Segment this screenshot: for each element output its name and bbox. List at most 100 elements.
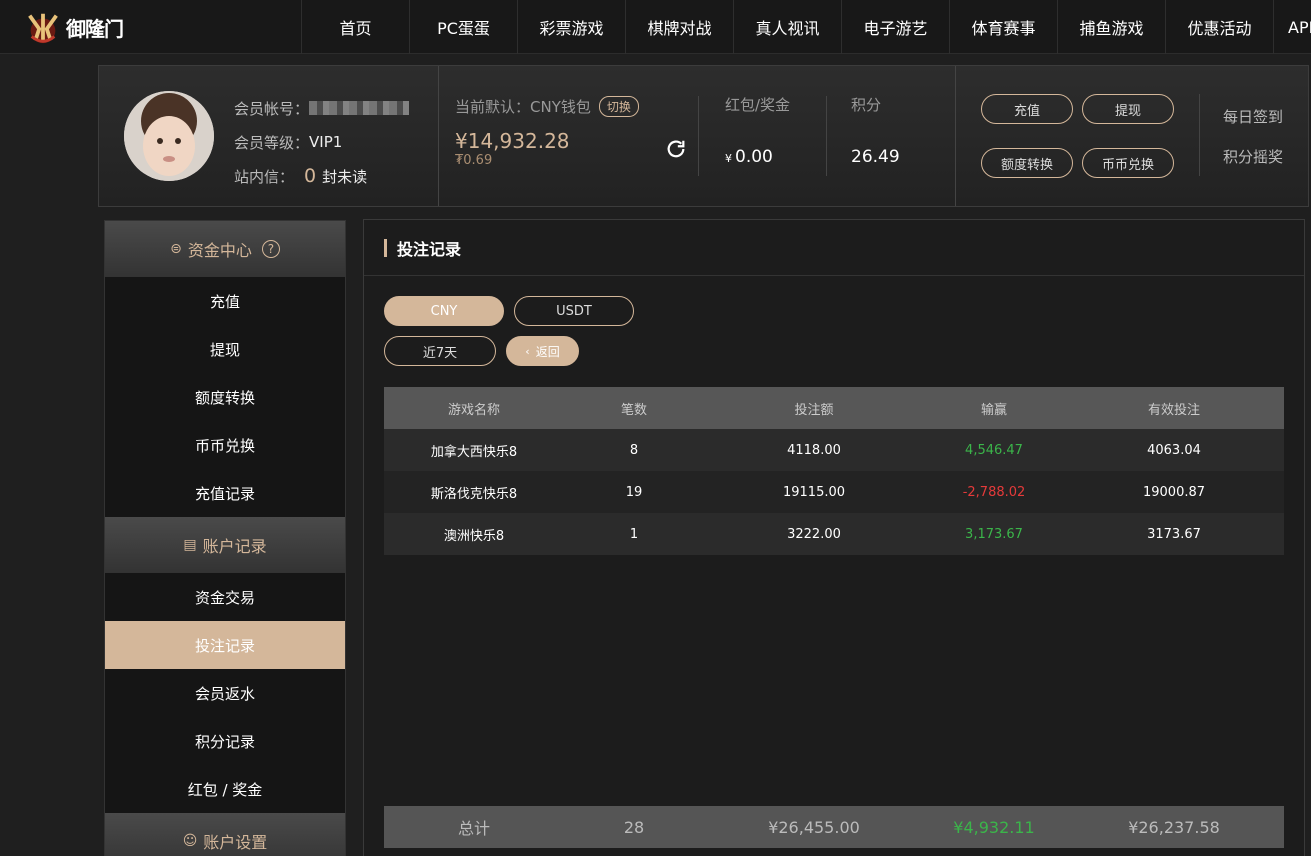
sidebar-item-bet-records[interactable]: 投注记录 <box>105 621 345 669</box>
switch-wallet-button[interactable]: 切换 <box>598 96 639 117</box>
cell-game-name: 斯洛伐克快乐8 <box>430 486 518 502</box>
brand-name: 御隆门 <box>66 16 124 41</box>
sidebar-item-deposit[interactable]: 充值 <box>105 277 345 325</box>
brand-logo[interactable]: 御隆门 <box>24 6 124 48</box>
daily-checkin-link[interactable]: 每日签到 <box>1223 106 1283 127</box>
back-button[interactable]: ‹ 返回 <box>506 336 579 366</box>
sidebar-item-exchange[interactable]: 币币兑换 <box>105 421 345 469</box>
points-stat: 积分 26.49 <box>851 94 900 167</box>
nav-sports[interactable]: 体育赛事 <box>949 0 1057 54</box>
deposit-button[interactable]: 充值 <box>981 94 1073 124</box>
nav-live-casino[interactable]: 真人视讯 <box>733 0 841 54</box>
cell-win-loss: 3,173.67 <box>965 526 1023 542</box>
currency-tab-cny[interactable]: CNY <box>384 296 504 326</box>
cell-bet: 19115.00 <box>782 484 846 500</box>
total-count: 28 <box>623 817 645 837</box>
total-bet: ¥26,455.00 <box>768 817 860 837</box>
wallet-balance: ¥14,932.28 <box>455 129 570 153</box>
cell-count: 19 <box>625 484 643 500</box>
nav-card-games[interactable]: 棋牌对战 <box>625 0 733 54</box>
back-label: 返回 <box>535 344 560 359</box>
nav-pc-egg[interactable]: PC蛋蛋 <box>409 0 517 54</box>
withdraw-button[interactable]: 提现 <box>1082 94 1174 124</box>
account-row: 会员帐号： <box>234 91 410 125</box>
fund-center-label: 资金中心 <box>187 241 252 260</box>
cell-bet: 3222.00 <box>787 526 841 542</box>
account-settings-label: 账户设置 <box>203 833 268 852</box>
cell-win-loss: 4,546.47 <box>965 442 1023 458</box>
sidebar-item-points-records[interactable]: 积分记录 <box>105 717 345 765</box>
table-total-row: 总计 28 ¥26,455.00 ¥4,932.11 ¥26,237.58 <box>384 806 1284 848</box>
logo-emblem-icon <box>28 13 58 44</box>
sidebar-item-deposit-records[interactable]: 充值记录 <box>105 469 345 517</box>
table-body: 加拿大西快乐8 8 4118.00 4,546.47 4063.04 斯洛伐克快… <box>384 429 1284 555</box>
page-title-text: 投注记录 <box>397 239 462 259</box>
refresh-icon[interactable] <box>665 138 687 160</box>
main-nav: 首页 PC蛋蛋 彩票游戏 棋牌对战 真人视讯 电子游艺 体育赛事 捕鱼游戏 优惠… <box>301 0 1311 54</box>
sidebar-item-rebate[interactable]: 会员返水 <box>105 669 345 717</box>
cell-win-loss: -2,788.02 <box>962 484 1026 500</box>
exchange-button[interactable]: 币币兑换 <box>1082 148 1174 178</box>
sidebar-item-fund-transactions[interactable]: 资金交易 <box>105 573 345 621</box>
divider <box>826 96 827 176</box>
divider <box>438 66 439 206</box>
cell-valid-bet: 19000.87 <box>1142 484 1206 500</box>
nav-home[interactable]: 首页 <box>301 0 409 54</box>
table-row[interactable]: 加拿大西快乐8 8 4118.00 4,546.47 4063.04 <box>384 429 1284 471</box>
nav-promotions[interactable]: 优惠活动 <box>1165 0 1273 54</box>
nav-fishing[interactable]: 捕鱼游戏 <box>1057 0 1165 54</box>
table-row[interactable]: 澳洲快乐8 1 3222.00 3,173.67 3173.67 <box>384 513 1284 555</box>
sidebar-item-bonus[interactable]: 红包 / 奖金 <box>105 765 345 813</box>
message-label: 站内信： <box>234 167 295 186</box>
cell-count: 1 <box>629 526 639 542</box>
sidebar-item-withdraw[interactable]: 提现 <box>105 325 345 373</box>
account-records-label: 账户记录 <box>202 537 267 556</box>
user-info: 会员帐号： 会员等级： VIP1 站内信： 0 封未读 <box>234 91 410 193</box>
bet-records-table: 游戏名称 笔数 投注额 输赢 有效投注 加拿大西快乐8 8 4118.00 4,… <box>384 387 1284 555</box>
document-icon: ▤ <box>183 537 197 553</box>
avatar[interactable] <box>124 91 214 181</box>
total-valid-bet: ¥26,237.58 <box>1128 817 1220 837</box>
points-label: 积分 <box>851 96 882 114</box>
unread-count[interactable]: 0 <box>304 165 316 187</box>
yen-coin-icon: ⊜ <box>170 241 182 257</box>
total-label: 总计 <box>457 819 490 838</box>
bonus-value: 0.00 <box>735 147 773 167</box>
cell-valid-bet: 3173.67 <box>1147 526 1201 542</box>
wallet-label: 当前默认：CNY钱包 <box>455 98 591 116</box>
message-row[interactable]: 站内信： 0 封未读 <box>234 159 409 193</box>
period-filter-button[interactable]: 近7天 <box>384 336 496 366</box>
points-lottery-link[interactable]: 积分摇奖 <box>1223 146 1283 167</box>
sidebar: ⊜ 资金中心 ? 充值 提现 额度转换 币币兑换 充值记录 ▤ 账户记录 资金交… <box>104 220 346 856</box>
nav-slots[interactable]: 电子游艺 <box>841 0 949 54</box>
sidebar-header-account-records[interactable]: ▤ 账户记录 <box>105 517 345 573</box>
bonus-stat: 红包/奖金 ¥0.00 <box>725 94 790 167</box>
total-win-loss: ¥4,932.11 <box>953 817 1035 837</box>
user-settings-icon: ☺ <box>182 833 198 849</box>
cell-bet: 4118.00 <box>787 442 841 458</box>
cell-valid-bet: 4063.04 <box>1147 442 1201 458</box>
sidebar-item-transfer[interactable]: 额度转换 <box>105 373 345 421</box>
chevron-left-icon: ‹ <box>525 344 530 358</box>
level-label: 会员等级： <box>234 133 310 152</box>
nav-lottery[interactable]: 彩票游戏 <box>517 0 625 54</box>
sidebar-header-account-settings[interactable]: ☺ 账户设置 <box>105 813 345 856</box>
user-panel: 会员帐号： 会员等级： VIP1 站内信： 0 封未读 当前默认：CNY钱包 切换… <box>98 65 1309 207</box>
currency-tab-usdt[interactable]: USDT <box>514 296 634 326</box>
wallet-balance-usdt: ₮0.69 <box>455 153 493 168</box>
transfer-button[interactable]: 额度转换 <box>981 148 1073 178</box>
main-panel: 投注记录 CNY USDT 近7天 ‹ 返回 游戏名称 笔数 投注额 输赢 有效… <box>363 219 1305 856</box>
col-win-loss: 输赢 <box>980 402 1007 418</box>
top-navbar: 御隆门 首页 PC蛋蛋 彩票游戏 棋牌对战 真人视讯 电子游艺 体育赛事 捕鱼游… <box>0 0 1311 54</box>
nav-app[interactable]: APP <box>1273 0 1311 54</box>
bonus-currency: ¥ <box>725 152 732 165</box>
unread-suffix: 封未读 <box>322 167 368 186</box>
sidebar-header-fund-center[interactable]: ⊜ 资金中心 ? <box>105 221 345 277</box>
page-title: 投注记录 <box>364 220 1304 276</box>
account-value-blurred <box>309 101 410 115</box>
bonus-label: 红包/奖金 <box>725 96 791 114</box>
help-icon[interactable]: ? <box>261 240 280 258</box>
wallet-section: 当前默认：CNY钱包 切换 ¥14,932.28 ₮0.69 <box>455 96 639 168</box>
col-game-name: 游戏名称 <box>447 402 500 418</box>
table-row[interactable]: 斯洛伐克快乐8 19 19115.00 -2,788.02 19000.87 <box>384 471 1284 513</box>
